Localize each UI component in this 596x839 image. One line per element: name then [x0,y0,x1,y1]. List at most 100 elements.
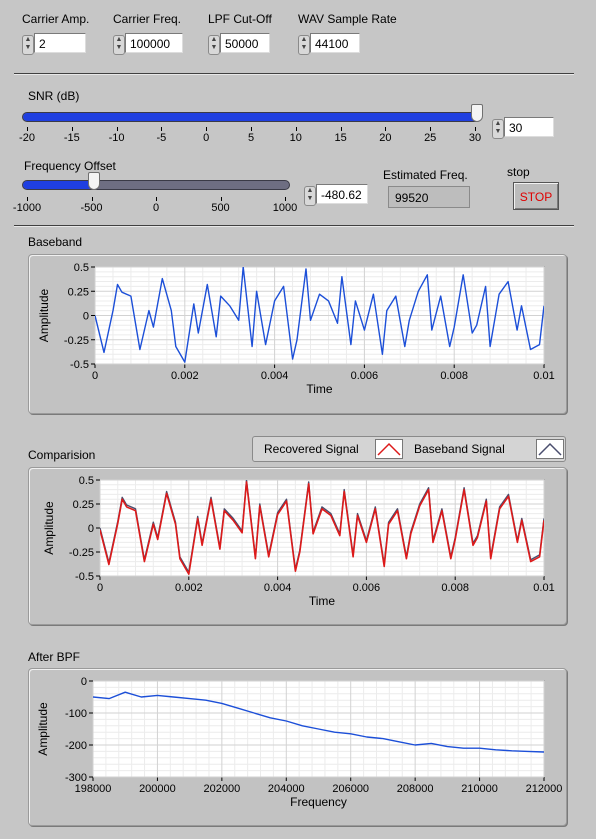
lpf-cutoff-control[interactable]: ▲ ▼ 50000 [208,33,270,55]
comparision-chart: 0 0.002 0.004 0.006 0.008 0.01 0.5 0.25 0 -0.25 -0… [42,475,555,608]
snr-label: SNR (dB) [28,89,80,103]
snr-input[interactable]: 30 [504,117,554,137]
x-axis-label: Time [306,382,333,396]
frequency-offset-slider-track[interactable] [22,180,290,190]
y-tick-label: 0.25 [73,499,94,511]
snr-tick-label: 20 [379,132,392,144]
snr-tick-label: -10 [108,132,125,144]
frequency-offset-control[interactable]: ▲ ▼ -480.62 [304,184,368,206]
increment-decrement-icon[interactable]: ▲ ▼ [113,35,125,55]
frequency-offset-tick [156,197,157,201]
x-tick-label: 202000 [203,783,240,795]
snr-tick [251,127,252,131]
increment-decrement-icon[interactable]: ▲ ▼ [208,35,220,55]
divider [14,73,574,75]
snr-tick-label: 30 [468,132,482,144]
y-tick-label: -300 [65,772,87,784]
x-tick-label: 0.008 [441,582,469,594]
frequency-offset-scale: -1000 -500 0 500 1000 [13,197,297,215]
snr-tick-label: -15 [63,132,80,144]
x-tick-label: 208000 [397,783,434,795]
snr-tick [295,127,297,131]
lpf-cutoff-label: LPF Cut-Off [208,12,272,26]
comparision-legend[interactable]: Recovered Signal Baseband Signal [252,436,566,462]
snr-tick [116,127,118,131]
legend-label-recovered: Recovered Signal [264,442,359,456]
x-tick-label: 200000 [139,783,176,795]
y-tick-label: 0 [88,523,94,535]
y-axis-label: Amplitude [37,289,51,343]
x-tick-label: 0.006 [351,370,379,382]
estimated-freq-label: Estimated Freq. [383,168,468,182]
snr-tick [71,127,73,131]
lpf-cutoff-input[interactable]: 50000 [220,33,270,53]
wav-sample-rate-input[interactable]: 44100 [310,33,360,53]
frequency-offset-input[interactable]: -480.62 [316,184,368,204]
increment-decrement-icon[interactable]: ▲ ▼ [304,186,316,206]
wav-sample-rate-label: WAV Sample Rate [298,12,397,26]
x-tick-label: 198000 [75,783,112,795]
snr-tick [475,127,476,131]
x-axis-label: Frequency [290,795,347,809]
carrier-amp-input[interactable]: 2 [34,33,86,53]
x-tick-label: 0.01 [533,582,554,594]
frequency-offset-tick [285,197,286,201]
legend-swatch-recovered[interactable] [375,439,403,459]
x-tick-label: 0 [92,370,98,382]
x-tick-label: 212000 [526,783,563,795]
carrier-freq-input[interactable]: 100000 [125,33,183,53]
increment-decrement-icon[interactable]: ▲ ▼ [298,35,310,55]
snr-slider-track[interactable] [22,112,482,122]
x-tick-label: 0.004 [261,370,289,382]
legend-swatch-baseband[interactable] [536,439,564,459]
snr-slider-thumb[interactable] [471,104,483,122]
frequency-offset-tick-label: 0 [152,202,160,214]
carrier-freq-label: Carrier Freq. [113,12,182,26]
snr-tick [27,127,28,131]
snr-tick-label: -20 [19,132,35,144]
y-tick-label: 0 [81,676,87,688]
x-tick-label: 204000 [268,783,305,795]
x-tick-label: 0.008 [440,370,468,382]
x-tick-label: 0.002 [171,370,199,382]
x-tick-label: 0 [97,582,103,594]
snr-tick-label: 15 [334,132,347,144]
stop-button[interactable]: STOP [513,182,559,210]
frequency-offset-tick [220,197,222,201]
carrier-amp-control[interactable]: ▲ ▼ 2 [22,33,86,55]
y-tick-label: -0.5 [70,359,89,371]
wav-sample-rate-control[interactable]: ▲ ▼ 44100 [298,33,360,55]
snr-tick [340,127,342,131]
frequency-offset-tick-label: 1000 [272,202,298,214]
chart-title-after-bpf: After BPF [28,650,81,664]
after-bpf-chart: 198000 200000 202000 204000 206000 208000 2100… [36,676,563,809]
increment-decrement-icon[interactable]: ▲ ▼ [492,119,504,139]
baseband-chart: 0 0.002 0.004 0.006 0.008 0.01 0.5 0.25 0 -0.25 -0… [37,262,555,396]
x-tick-label: 206000 [332,783,369,795]
snr-control[interactable]: ▲ ▼ 30 [492,117,556,139]
frequency-offset-label: Frequency Offset [24,159,116,173]
carrier-freq-control[interactable]: ▲ ▼ 100000 [113,33,183,55]
snr-tick [430,127,432,131]
frequency-offset-tick-label: 500 [211,202,230,214]
frequency-offset-tick-label: -500 [80,202,103,214]
snr-scale: -20 -15 -10 -5 0 5 10 15 20 25 30 [19,127,481,145]
frequency-offset-tick [91,197,93,201]
chart-title-comparision: Comparision [28,448,96,462]
legend-label-baseband: Baseband Signal [414,442,505,456]
estimated-freq-indicator: 99520 [388,186,470,208]
frequency-offset-tick-label: -1000 [12,202,42,214]
y-tick-label: -0.25 [64,335,89,347]
x-tick-label: 0.002 [175,582,203,594]
x-tick-label: 0.01 [533,370,554,382]
stop-label: stop [507,165,530,179]
divider [14,225,574,227]
snr-tick-label: -5 [156,132,167,144]
increment-decrement-icon[interactable]: ▲ ▼ [22,35,34,55]
snr-tick-label: 0 [203,132,210,144]
frequency-offset-slider-thumb[interactable] [88,172,100,190]
snr-tick [161,127,163,131]
x-tick-label: 210000 [461,783,498,795]
y-tick-label: 0.5 [74,262,89,274]
y-tick-label: 0.5 [79,475,94,487]
